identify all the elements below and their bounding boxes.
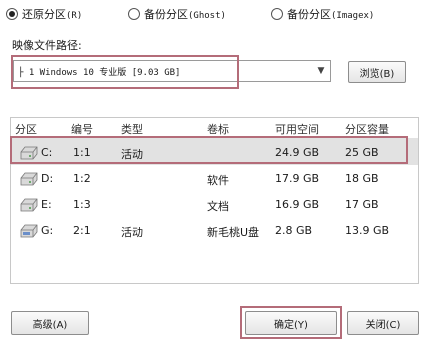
partition-table: 分区 编号 类型 卷标 可用空间 分区容量 C: 1:1 活动 24.9 GB … <box>10 117 419 284</box>
image-path-select[interactable]: ├ 1 Windows 10 专业版 [9.03 GB] ▼ <box>13 60 331 82</box>
advanced-button[interactable]: 高级(A) <box>11 311 89 335</box>
partition-free-space: 24.9 GB <box>275 146 320 159</box>
partition-free-space: 2.8 GB <box>275 224 313 237</box>
partition-volume-label: 文档 <box>207 200 229 213</box>
hard-disk-icon <box>20 146 38 160</box>
backup-mode-radio-group: 还原分区(R) 备份分区(Ghost) 备份分区(Imagex) <box>0 5 428 23</box>
partition-capacity: 17 GB <box>345 198 379 211</box>
partition-free-space: 17.9 GB <box>275 172 320 185</box>
ok-button[interactable]: 确定(Y) <box>245 311 337 335</box>
restore-partition-radio[interactable]: 还原分区(R) <box>6 5 82 23</box>
partition-capacity: 25 GB <box>345 146 379 159</box>
partition-type: 活动 <box>121 148 143 161</box>
table-row[interactable]: D: 1:2 软件 17.9 GB 18 GB <box>11 165 418 191</box>
table-header: 分区 编号 类型 卷标 可用空间 分区容量 <box>11 118 418 139</box>
partition-capacity: 18 GB <box>345 172 379 185</box>
partition-volume-label: 软件 <box>207 174 229 187</box>
column-header-volume-label[interactable]: 卷标 <box>207 121 229 137</box>
partition-number: 1:1 <box>73 146 91 159</box>
partition-number: 1:2 <box>73 172 91 185</box>
partition-capacity: 13.9 GB <box>345 224 390 237</box>
column-header-type[interactable]: 类型 <box>121 121 143 137</box>
backup-ghost-label: 备份分区 <box>144 8 188 21</box>
partition-number: 1:3 <box>73 198 91 211</box>
table-row[interactable]: G: 2:1 活动 新毛桃U盘 2.8 GB 13.9 GB <box>11 217 418 243</box>
partition-free-space: 16.9 GB <box>275 198 320 211</box>
column-header-capacity[interactable]: 分区容量 <box>345 121 389 137</box>
chevron-down-icon[interactable]: ▼ <box>315 64 327 78</box>
partition-drive: G: <box>41 224 54 237</box>
backup-ghost-hint: (Ghost) <box>188 11 226 21</box>
hard-disk-icon <box>20 172 38 186</box>
partition-number: 2:1 <box>73 224 91 237</box>
usb-disk-icon <box>20 224 38 238</box>
partition-volume-label: 新毛桃U盘 <box>207 226 260 239</box>
restore-partition-label: 还原分区 <box>22 8 66 21</box>
radio-unchecked-icon <box>271 8 283 20</box>
backup-ghost-radio[interactable]: 备份分区(Ghost) <box>128 5 226 23</box>
image-path-label: 映像文件路径: <box>12 39 82 52</box>
backup-imagex-hint: (Imagex) <box>331 11 375 21</box>
image-path-value: ├ 1 Windows 10 专业版 [9.03 GB] <box>18 67 181 78</box>
backup-imagex-label: 备份分区 <box>287 8 331 21</box>
column-header-partition[interactable]: 分区 <box>15 121 37 137</box>
partition-type: 活动 <box>121 226 143 239</box>
table-row[interactable]: C: 1:1 活动 24.9 GB 25 GB <box>11 139 418 165</box>
radio-unchecked-icon <box>128 8 140 20</box>
close-button[interactable]: 关闭(C) <box>347 311 419 335</box>
column-header-number[interactable]: 编号 <box>71 121 93 137</box>
partition-drive: C: <box>41 146 53 159</box>
restore-partition-hint: (R) <box>66 11 83 21</box>
hard-disk-icon <box>20 198 38 212</box>
browse-button[interactable]: 浏览(B) <box>348 61 406 83</box>
backup-imagex-radio[interactable]: 备份分区(Imagex) <box>271 5 374 23</box>
table-row[interactable]: E: 1:3 文档 16.9 GB 17 GB <box>11 191 418 217</box>
partition-drive: D: <box>41 172 54 185</box>
radio-checked-icon <box>6 8 18 20</box>
column-header-free-space[interactable]: 可用空间 <box>275 121 319 137</box>
partition-drive: E: <box>41 198 52 211</box>
